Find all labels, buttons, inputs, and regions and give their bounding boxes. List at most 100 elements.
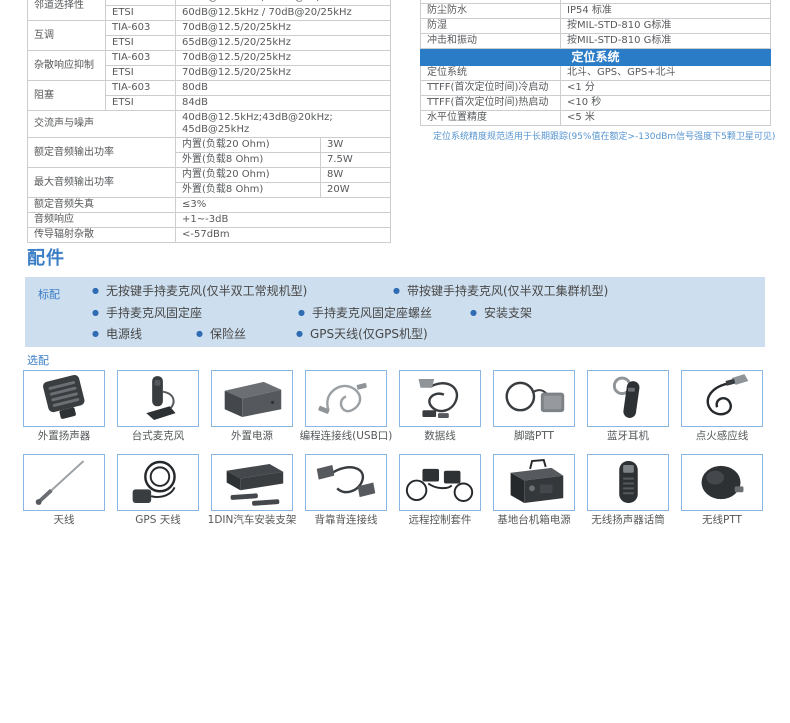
- standard-accessory-item: ● GPS天线(仅GPS机型): [296, 325, 428, 342]
- product-item: GPS 天线: [117, 454, 199, 526]
- product-photo-card: [211, 454, 293, 511]
- product-caption: GPS 天线: [135, 514, 180, 526]
- spec-label-cell: 定位系统: [421, 66, 561, 81]
- spec-label-cell: 最大音频输出功率: [28, 168, 176, 198]
- spec-label-cell: 杂散响应抑制: [28, 51, 106, 81]
- standard-accessory-item: ● 手持麦克风固定座: [92, 304, 298, 321]
- spec-label-cell: 互调: [28, 21, 106, 51]
- spec-value-cell: 7.5W: [321, 153, 391, 168]
- desktop-mic-icon: [119, 373, 197, 424]
- standard-accessories-panel: 标配 ●无按键手持麦克风(仅半双工常规机型)●带按键手持麦克风(仅半双工集群机型…: [25, 277, 765, 347]
- standard-accessory-label: GPS天线(仅GPS机型): [310, 325, 428, 342]
- product-caption: 编程连接线(USB口): [300, 430, 393, 442]
- car-bracket-icon: [213, 457, 291, 508]
- spec-value-cell: TIA-603: [106, 51, 176, 66]
- spec-table-row: 额定音频输出功率内置(负载20 Ohm)3W: [28, 138, 391, 153]
- product-photo-card: [117, 370, 199, 427]
- product-item: 无线扬声器话筒: [587, 454, 669, 526]
- usb-cable-icon: [307, 373, 385, 424]
- spec-value-cell: IP54 标准: [561, 4, 771, 19]
- standard-accessory-label: 手持麦克风固定座螺丝: [312, 304, 432, 321]
- spec-value-cell: <5 米: [561, 111, 771, 126]
- standard-accessories-list-row: ●无按键手持麦克风(仅半双工常规机型)●带按键手持麦克风(仅半双工集群机型): [92, 280, 757, 302]
- product-item: 蓝牙耳机: [587, 370, 669, 442]
- product-photo-card: [681, 370, 763, 427]
- spec-value-cell: ≤3%: [176, 198, 391, 213]
- wireless-ptt-icon: [683, 457, 761, 508]
- spec-value-cell: 20W: [321, 183, 391, 198]
- spec-value-cell: 内置(负载20 Ohm): [176, 168, 321, 183]
- spec-label-cell: 防尘防水: [421, 4, 561, 19]
- spec-table-row: TTFF(首次定位时间)冷启动<1 分: [421, 81, 771, 96]
- product-item: 编程连接线(USB口): [305, 370, 387, 442]
- standard-accessories-label: 标配: [38, 286, 60, 302]
- product-caption: 数据线: [424, 430, 456, 442]
- spec-sheet-page: 邻道选择性 TIA-603 60dB@12.5kHz / 70dB@20/25kHz…: [0, 0, 790, 723]
- bullet-icon: ●: [298, 308, 305, 317]
- spec-label-cell: 邻道选择性: [28, 0, 106, 21]
- spec-label-cell: ETSI: [106, 96, 176, 111]
- standard-accessory-item: ●安装支架: [470, 304, 532, 321]
- product-caption: 无线PTT: [702, 514, 742, 526]
- product-photo-card: [305, 454, 387, 511]
- spec-value-cell: 70dB@12.5/20/25kHz: [176, 51, 391, 66]
- product-caption: 天线: [54, 514, 75, 526]
- product-caption: 背靠背连接线: [315, 514, 378, 526]
- spec-value-cell: 70dB@12.5/20/25kHz: [176, 66, 391, 81]
- product-photo-card: [399, 370, 481, 427]
- base-chassis-icon: [495, 457, 573, 508]
- spec-table-row: TTFF(首次定位时间)热启动<10 秒: [421, 96, 771, 111]
- product-caption: 点火感应线: [696, 430, 749, 442]
- spec-value-cell: TIA-603: [106, 81, 176, 96]
- product-photo-card: [117, 454, 199, 511]
- spec-label-cell: ETSI: [106, 66, 176, 81]
- spec-table-row: 防湿按MIL-STD-810 G标准: [421, 19, 771, 34]
- standard-accessories-list-row: ● 手持麦克风固定座 ● 手持麦克风固定座螺丝 ●安装支架: [92, 302, 757, 324]
- product-caption: 1DIN汽车安装支架: [208, 514, 297, 526]
- data-cable-icon: [401, 373, 479, 424]
- standard-accessory-label: 电源线: [106, 325, 142, 342]
- spec-label-cell: TTFF(首次定位时间)冷启动: [421, 81, 561, 96]
- spec-value-cell: +1~-3dB: [176, 213, 391, 228]
- bullet-icon: ●: [92, 286, 99, 295]
- foot-ptt-icon: [495, 373, 573, 424]
- spec-label-cell: 音频响应: [28, 213, 176, 228]
- spec-value-cell: 60dB@12.5kHz / 70dB@20/25kHz: [176, 6, 391, 21]
- spec-label-cell: TTFF(首次定位时间)热启动: [421, 96, 561, 111]
- standard-accessory-label: 带按键手持麦克风(仅半双工集群机型): [407, 282, 608, 299]
- product-caption: 外置扬声器: [38, 430, 91, 442]
- power-box-icon: [213, 373, 291, 424]
- spec-table-row: 额定音频失真≤3%: [28, 198, 391, 213]
- spec-table-row: 互调TIA-60370dB@12.5/20/25kHz: [28, 21, 391, 36]
- spec-value-cell: 北斗、GPS、GPS+北斗: [561, 66, 771, 81]
- spec-value-cell: 8W: [321, 168, 391, 183]
- antenna-icon: [25, 457, 103, 508]
- spec-label-cell: 传导辐射杂散: [28, 228, 176, 243]
- spec-label-cell: 额定音频失真: [28, 198, 176, 213]
- gps-accuracy-note: 定位系统精度规范适用于长期跟踪(95%值在额定>-130dBm信号强度下5颗卫星…: [433, 131, 778, 143]
- product-item: 脚踏PTT: [493, 370, 575, 442]
- product-item: 外置扬声器: [23, 370, 105, 442]
- spec-label-cell: 外置(负载8 Ohm): [176, 183, 321, 198]
- standard-accessory-item: ●电源线: [92, 325, 196, 342]
- product-photo-card: [305, 370, 387, 427]
- spec-table-row: 最大音频输出功率内置(负载20 Ohm)8W: [28, 168, 391, 183]
- product-caption: 外置电源: [231, 430, 273, 442]
- product-photo-card: [681, 454, 763, 511]
- product-photo-card: [493, 370, 575, 427]
- product-item: 外置电源: [211, 370, 293, 442]
- speaker-mic-icon: [589, 457, 667, 508]
- bullet-icon: ●: [92, 308, 99, 317]
- spec-value-cell: 40dB@12.5kHz;43dB@20kHz; 45dB@25kHz: [176, 111, 391, 138]
- accessories-section-title: 配件: [27, 244, 65, 270]
- spec-value-cell: <-57dBm: [176, 228, 391, 243]
- spec-value-cell: 65dB@12.5/20/25kHz: [176, 36, 391, 51]
- ignition-cable-icon: [683, 373, 761, 424]
- gps-antenna-icon: [119, 457, 197, 508]
- standard-accessory-label: 手持麦克风固定座: [106, 304, 202, 321]
- spec-value-cell: 3W: [321, 138, 391, 153]
- spec-table-row: 定位系统北斗、GPS、GPS+北斗: [421, 66, 771, 81]
- spec-value-cell: 70dB@12.5/20/25kHz: [176, 21, 391, 36]
- spec-value-cell: 按MIL-STD-810 G标准: [561, 19, 771, 34]
- bullet-icon: ●: [296, 329, 303, 338]
